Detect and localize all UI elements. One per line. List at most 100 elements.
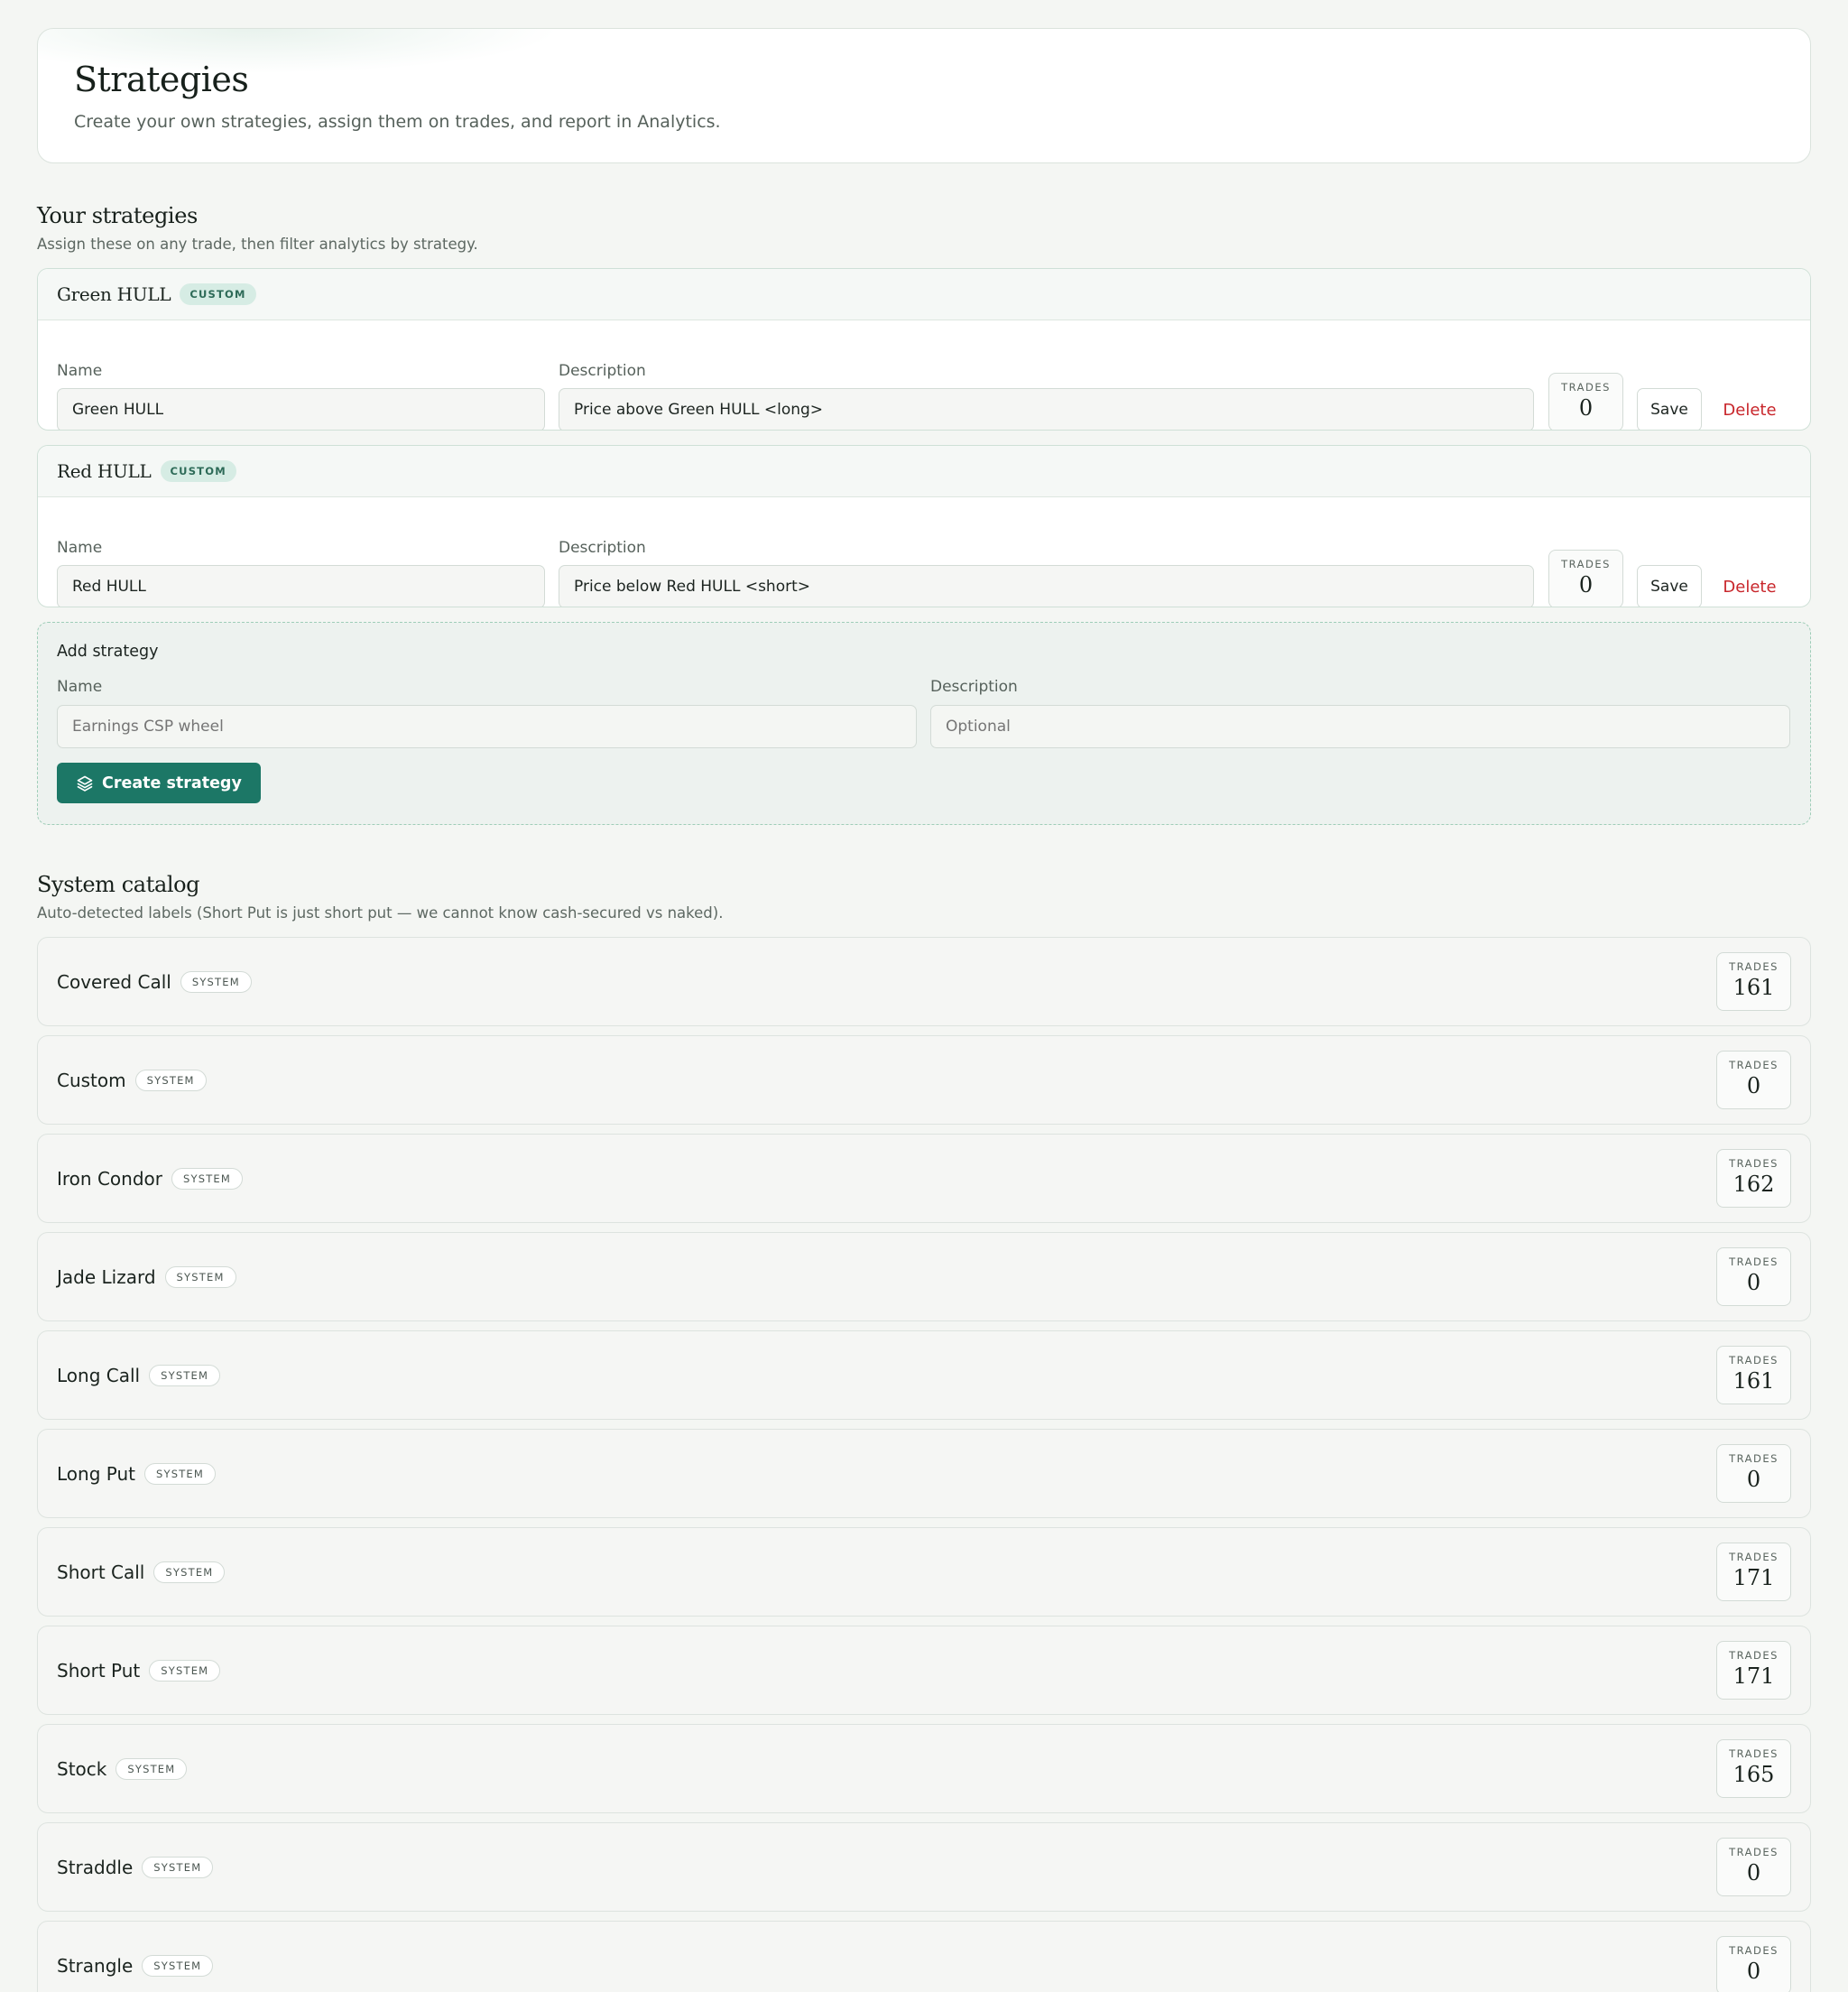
trades-count-box: TRADES 0 bbox=[1716, 1936, 1791, 1992]
trades-label: TRADES bbox=[1729, 1255, 1779, 1268]
system-badge: SYSTEM bbox=[142, 1954, 214, 1977]
trades-label: TRADES bbox=[1729, 1551, 1779, 1563]
trades-count: 171 bbox=[1732, 1663, 1775, 1689]
trades-label: TRADES bbox=[1729, 1059, 1779, 1071]
system-strategy-info: Long Call SYSTEM bbox=[57, 1364, 221, 1386]
save-button[interactable]: Save bbox=[1637, 565, 1702, 607]
new-strategy-description-input[interactable] bbox=[930, 705, 1790, 748]
save-button[interactable]: Save bbox=[1637, 388, 1702, 430]
name-label: Name bbox=[57, 539, 103, 557]
delete-button[interactable]: Delete bbox=[1712, 388, 1788, 430]
trades-count-box: TRADES 171 bbox=[1716, 1543, 1791, 1601]
system-strategy-row: Short Put SYSTEM TRADES 171 bbox=[37, 1626, 1811, 1715]
trades-count-box: TRADES 165 bbox=[1716, 1739, 1791, 1798]
new-name-label: Name bbox=[57, 678, 103, 696]
trades-label: TRADES bbox=[1729, 1747, 1779, 1760]
system-strategy-info: Strangle SYSTEM bbox=[57, 1954, 214, 1977]
strategy-card-header: Red HULL CUSTOM bbox=[38, 446, 1810, 497]
add-strategy-title: Add strategy bbox=[57, 643, 159, 661]
trades-count: 0 bbox=[1746, 1270, 1761, 1295]
system-badge: SYSTEM bbox=[143, 1462, 217, 1485]
system-strategy-row: Iron Condor SYSTEM TRADES 162 bbox=[37, 1134, 1811, 1223]
system-badge: SYSTEM bbox=[180, 970, 252, 993]
trades-count-box: TRADES 171 bbox=[1716, 1641, 1791, 1700]
system-badge: SYSTEM bbox=[116, 1757, 188, 1780]
system-strategy-name: Jade Lizard bbox=[57, 1265, 156, 1288]
strategy-card-title: Green HULL bbox=[57, 283, 171, 305]
system-badge: SYSTEM bbox=[171, 1167, 244, 1190]
system-strategy-row: Custom SYSTEM TRADES 0 bbox=[37, 1035, 1811, 1125]
trades-count: 0 bbox=[1746, 1860, 1761, 1885]
system-badge: SYSTEM bbox=[134, 1069, 207, 1091]
description-field-group: Description bbox=[559, 362, 1534, 430]
system-strategy-row: Short Call SYSTEM TRADES 171 bbox=[37, 1527, 1811, 1617]
system-strategy-name: Stock bbox=[57, 1757, 107, 1780]
trades-count-box: TRADES 0 bbox=[1716, 1838, 1791, 1896]
system-strategy-info: Jade Lizard SYSTEM bbox=[57, 1265, 236, 1288]
trades-count-box: TRADES 0 bbox=[1716, 1051, 1791, 1109]
new-name-field-group: Name bbox=[57, 678, 917, 748]
system-strategy-name: Strangle bbox=[57, 1954, 134, 1977]
system-strategy-info: Short Put SYSTEM bbox=[57, 1659, 221, 1682]
system-badge: SYSTEM bbox=[142, 1856, 214, 1878]
system-strategy-info: Long Put SYSTEM bbox=[57, 1462, 217, 1485]
trades-label: TRADES bbox=[1729, 1354, 1779, 1367]
strategy-card-red-hull: Red HULL CUSTOM Name Description TRADES … bbox=[37, 445, 1811, 607]
layers-icon bbox=[77, 775, 93, 792]
system-strategy-name: Iron Condor bbox=[57, 1167, 162, 1190]
delete-button[interactable]: Delete bbox=[1712, 565, 1788, 607]
system-strategy-name: Long Put bbox=[57, 1462, 135, 1485]
strategy-description-input[interactable] bbox=[559, 388, 1534, 430]
trades-label: TRADES bbox=[1729, 1157, 1779, 1170]
new-description-label: Description bbox=[930, 678, 1018, 696]
strategy-card-header: Green HULL CUSTOM bbox=[38, 269, 1810, 320]
strategy-description-input[interactable] bbox=[559, 565, 1534, 607]
strategy-name-input[interactable] bbox=[57, 565, 545, 607]
trades-label: TRADES bbox=[1561, 558, 1611, 570]
strategy-card-title: Red HULL bbox=[57, 460, 152, 482]
trades-count: 0 bbox=[1578, 572, 1594, 598]
system-strategy-row: Stock SYSTEM TRADES 165 bbox=[37, 1724, 1811, 1813]
name-label: Name bbox=[57, 362, 103, 380]
system-badge: SYSTEM bbox=[164, 1265, 236, 1288]
system-catalog-section: System catalog Auto-detected labels (Sho… bbox=[37, 872, 1811, 1992]
system-strategy-info: Covered Call SYSTEM bbox=[57, 970, 252, 993]
trades-count-box: TRADES 162 bbox=[1716, 1149, 1791, 1208]
system-strategy-name: Short Put bbox=[57, 1659, 141, 1682]
trades-count: 161 bbox=[1732, 1368, 1775, 1394]
trades-count: 0 bbox=[1746, 1073, 1761, 1098]
trades-count-box: TRADES 0 bbox=[1548, 550, 1623, 607]
system-strategy-info: Iron Condor SYSTEM bbox=[57, 1167, 244, 1190]
trades-count: 0 bbox=[1746, 1467, 1761, 1492]
system-strategy-row: Strangle SYSTEM TRADES 0 bbox=[37, 1921, 1811, 1992]
name-field-group: Name bbox=[57, 362, 545, 430]
custom-badge: CUSTOM bbox=[160, 460, 236, 482]
trades-label: TRADES bbox=[1729, 1649, 1779, 1662]
system-strategy-name: Custom bbox=[57, 1069, 126, 1091]
create-strategy-button[interactable]: Create strategy bbox=[57, 763, 261, 803]
trades-count-box: TRADES 161 bbox=[1716, 952, 1791, 1011]
create-strategy-label: Create strategy bbox=[102, 774, 242, 792]
description-label: Description bbox=[559, 362, 646, 380]
system-catalog-subtitle: Auto-detected labels (Short Put is just … bbox=[37, 904, 724, 922]
trades-label: TRADES bbox=[1561, 381, 1611, 394]
system-strategy-name: Straddle bbox=[57, 1856, 134, 1878]
trades-count: 161 bbox=[1732, 975, 1775, 1000]
your-strategies-section: Your strategies Assign these on any trad… bbox=[37, 203, 1811, 825]
system-badge: SYSTEM bbox=[149, 1364, 221, 1386]
strategies-page: Strategies Create your own strategies, a… bbox=[0, 0, 1848, 1992]
new-strategy-name-input[interactable] bbox=[57, 705, 917, 748]
strategy-card-green-hull: Green HULL CUSTOM Name Description TRADE… bbox=[37, 268, 1811, 431]
trades-label: TRADES bbox=[1729, 1846, 1779, 1858]
system-strategy-row: Long Call SYSTEM TRADES 161 bbox=[37, 1330, 1811, 1420]
system-badge: SYSTEM bbox=[149, 1659, 221, 1682]
system-strategy-name: Covered Call bbox=[57, 970, 171, 993]
strategy-name-input[interactable] bbox=[57, 388, 545, 430]
system-strategy-info: Straddle SYSTEM bbox=[57, 1856, 214, 1878]
your-strategies-subtitle: Assign these on any trade, then filter a… bbox=[37, 236, 478, 253]
trades-count-box: TRADES 161 bbox=[1716, 1346, 1791, 1404]
trades-count: 162 bbox=[1732, 1172, 1775, 1197]
trades-label: TRADES bbox=[1729, 960, 1779, 973]
page-title: Strategies bbox=[74, 60, 249, 99]
trades-count: 0 bbox=[1578, 395, 1594, 421]
